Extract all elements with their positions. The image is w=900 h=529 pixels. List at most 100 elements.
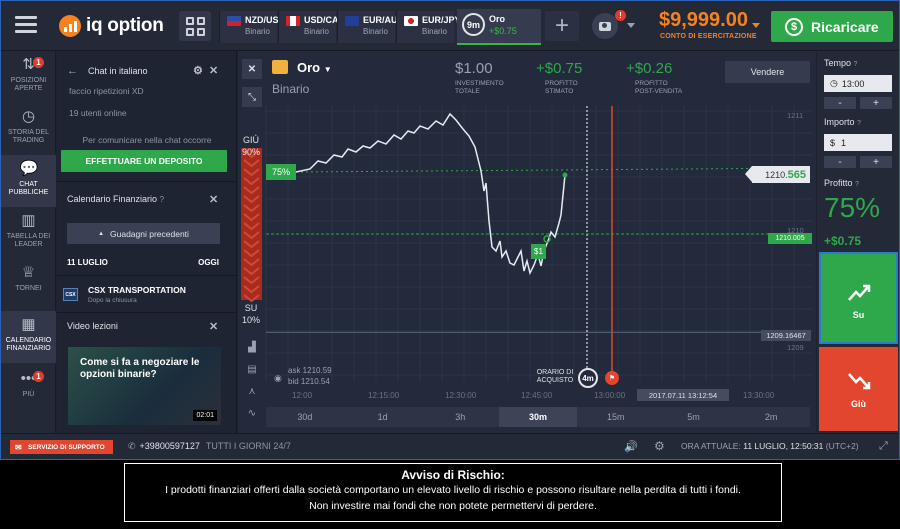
timeframe-2m[interactable]: 2m bbox=[732, 407, 810, 427]
dollar-icon: $ bbox=[785, 17, 803, 36]
profit-amount: +$0.75 bbox=[824, 234, 862, 248]
history-icon: ◷ bbox=[21, 108, 36, 125]
nav-tournaments[interactable]: ♕ TORNEI bbox=[1, 259, 56, 311]
volume-icon[interactable]: 🔊 bbox=[624, 440, 638, 453]
call-button[interactable]: Su bbox=[819, 252, 898, 344]
time-plus-button[interactable]: + bbox=[860, 97, 892, 109]
nav-open-positions[interactable]: ⇅ POSIZIONI APERTE bbox=[1, 51, 56, 103]
time-minus-button[interactable]: - bbox=[824, 97, 856, 109]
event-name[interactable]: CSX TRANSPORTATION bbox=[88, 285, 186, 295]
nav-public-chats[interactable]: 💬 CHAT PUBBLICHE bbox=[1, 155, 56, 207]
nav-financial-calendar[interactable]: ▦ CALENDARIO FINANZIARIO bbox=[1, 311, 56, 363]
recharge-label: Ricaricare bbox=[811, 18, 879, 35]
recharge-button[interactable]: $ Ricaricare bbox=[771, 11, 893, 42]
asset-type: Binario bbox=[363, 27, 388, 36]
add-asset-button[interactable]: + bbox=[545, 11, 579, 41]
gear-icon[interactable]: ⚙ bbox=[654, 439, 665, 453]
close-icon[interactable]: ✕ bbox=[242, 59, 262, 79]
timeframe-1d[interactable]: 1d bbox=[344, 407, 422, 427]
support-button[interactable]: ✉ SERVIZIO DI SUPPORTO bbox=[10, 440, 113, 454]
trade-marker[interactable]: $1 bbox=[531, 244, 546, 259]
amount-minus-button[interactable]: - bbox=[824, 156, 856, 168]
chart-area[interactable]: ✕ ⤡ Oro ▼ Binario $1.00 INVESTIMENTO TOT… bbox=[238, 51, 816, 433]
time-field[interactable]: ◷ 13:00 bbox=[824, 75, 892, 92]
down-pct: 90% bbox=[242, 147, 261, 157]
timeframe-30m[interactable]: 30m bbox=[499, 407, 577, 427]
timezone: (UTC+2) bbox=[825, 441, 859, 451]
stat-value: +$0.26 bbox=[626, 60, 673, 77]
chat-title: Chat in italiano bbox=[88, 66, 148, 76]
trend-down-icon bbox=[847, 373, 870, 390]
calendar-icon: ▦ bbox=[21, 316, 36, 333]
side-panel: ← Chat in italiano ⚙ ✕ faccio ripetizioni… bbox=[57, 51, 237, 433]
amount-plus-button[interactable]: + bbox=[860, 156, 892, 168]
video-thumbnail[interactable]: Come si fa a negoziare le opzioni binari… bbox=[68, 347, 221, 425]
asset-tab-usdcad[interactable]: USD/CAD Binario bbox=[278, 11, 345, 43]
previous-earnings-button[interactable]: ▲ Guadagni precedenti bbox=[67, 223, 220, 244]
balance-value[interactable]: $9,999.00 bbox=[659, 9, 748, 32]
timeframe-5m[interactable]: 5m bbox=[655, 407, 733, 427]
option-type: Binario bbox=[272, 82, 310, 96]
support-phone[interactable]: ✆ +39800597127 TUTTI I GIORNI 24/7 bbox=[128, 441, 291, 452]
timeframe-15m[interactable]: 15m bbox=[577, 407, 655, 427]
current-time: ORA ATTUALE: 11 LUGLIO, 12:50:31 (UTC+2) bbox=[681, 441, 859, 451]
info-icon: ? bbox=[159, 195, 165, 204]
nav-more[interactable]: ••• PIÙ bbox=[1, 365, 56, 417]
amount-field[interactable]: $1 bbox=[824, 134, 892, 151]
eye-icon: ◉ bbox=[274, 373, 282, 383]
asset-title: Oro bbox=[297, 60, 321, 75]
indicators-icon[interactable]: ▤ bbox=[244, 364, 260, 380]
info-icon: ? bbox=[853, 61, 858, 68]
camera-badge: ! bbox=[615, 10, 626, 21]
video-duration: 02:01 bbox=[193, 410, 217, 421]
sell-button[interactable]: Vendere bbox=[725, 61, 810, 83]
y-tick: 1211 bbox=[787, 111, 804, 120]
asset-selector[interactable]: Oro ▼ bbox=[297, 60, 332, 75]
chart-line-icon[interactable]: ∿ bbox=[244, 408, 260, 424]
asset-profit: +$0.75 bbox=[489, 26, 517, 36]
up-pct: 10% bbox=[242, 315, 261, 325]
nav-leaderboard[interactable]: ▥ TABELLA DEI LEADER bbox=[1, 207, 56, 259]
balance-chevron-icon[interactable] bbox=[752, 23, 760, 28]
support-hours: TUTTI I GIORNI 24/7 bbox=[205, 441, 291, 451]
leaderboard-icon: ▥ bbox=[21, 212, 36, 229]
nav-trading-history[interactable]: ◷ STORIA DEL TRADING bbox=[1, 103, 56, 155]
chevron-down-icon[interactable] bbox=[627, 23, 635, 28]
current-price-point bbox=[562, 172, 568, 178]
chart-type-icon[interactable]: ▟ bbox=[244, 342, 260, 358]
support-label: SERVIZIO DI SUPPORTO bbox=[28, 443, 105, 451]
put-button[interactable]: Giù bbox=[819, 347, 898, 431]
timeframe-30d[interactable]: 30d bbox=[266, 407, 344, 427]
asset-tab-euraud[interactable]: EUR/AUD Binario bbox=[337, 11, 404, 43]
x-tick: 12:15:00 bbox=[368, 391, 400, 400]
risk-line-2: Non investire mai fondi che non potete p… bbox=[309, 500, 597, 512]
logo-icon bbox=[59, 15, 81, 37]
info-icon: ? bbox=[857, 120, 861, 127]
menu-icon[interactable] bbox=[15, 16, 37, 34]
asset-tab-eurjpy[interactable]: EUR/JPY Binario bbox=[396, 11, 461, 43]
camera-icon[interactable] bbox=[592, 13, 618, 39]
collapse-icon[interactable]: ⤡ bbox=[242, 87, 262, 107]
grid-view-button[interactable] bbox=[179, 11, 211, 41]
timeframe-3h[interactable]: 3h bbox=[421, 407, 499, 427]
fullscreen-icon[interactable]: ⤢ bbox=[879, 440, 888, 453]
logo: iq option bbox=[59, 15, 164, 37]
chat-room: faccio ripetizioni XD bbox=[69, 86, 144, 96]
asset-tab-nzdusd[interactable]: NZD/USD Binario bbox=[219, 11, 285, 43]
phone-number: +39800597127 bbox=[139, 441, 200, 451]
nav-label: PIÙ bbox=[22, 391, 35, 398]
video-title: Video lezioni bbox=[67, 321, 118, 331]
gear-icon[interactable]: ⚙ bbox=[193, 64, 203, 77]
calendar-title: Calendario Finanziario ? bbox=[67, 194, 164, 204]
back-arrow-icon[interactable]: ← bbox=[67, 65, 78, 77]
time-value: 13:00 bbox=[841, 78, 865, 89]
close-icon[interactable]: ✕ bbox=[209, 193, 218, 206]
close-icon[interactable]: ✕ bbox=[209, 64, 218, 77]
x-tick: 12:00 bbox=[292, 391, 313, 400]
drawing-icon[interactable]: ⋏ bbox=[244, 386, 260, 402]
x-tick: 12:30:00 bbox=[445, 391, 477, 400]
deposit-button[interactable]: EFFETTUARE UN DEPOSITO bbox=[61, 150, 227, 172]
nav-label: CHAT PUBBLICHE bbox=[8, 181, 49, 196]
close-icon[interactable]: ✕ bbox=[209, 320, 218, 333]
asset-tab-oro[interactable]: 9m Oro +$0.75 bbox=[457, 9, 541, 45]
